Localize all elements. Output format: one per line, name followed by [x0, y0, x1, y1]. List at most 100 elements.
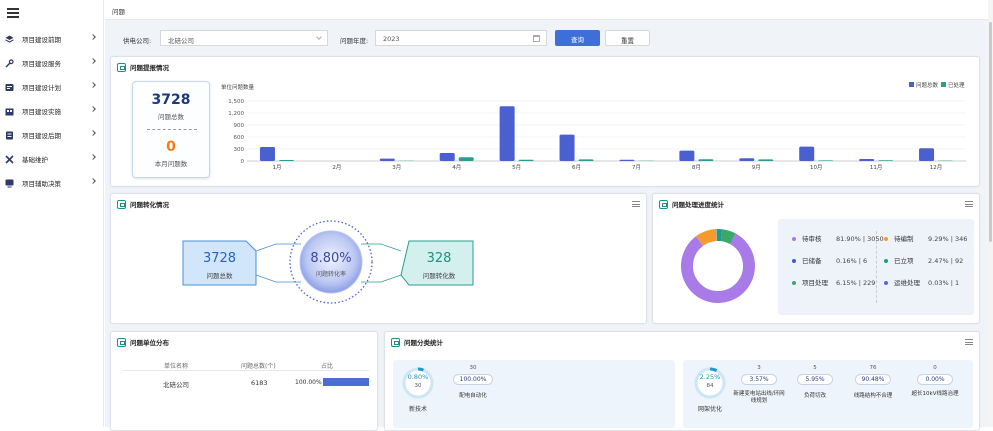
- sidebar-item-decision[interactable]: 项目辅助决策: [0, 171, 104, 195]
- donut-slice[interactable]: [700, 235, 717, 241]
- sub-pct: 90.48%: [855, 376, 891, 383]
- bar-processed[interactable]: [579, 159, 594, 161]
- legend-label[interactable]: 问题总数: [916, 81, 939, 89]
- sidebar-item-label: 项目建设后期: [22, 130, 61, 140]
- scrollbar-thumb[interactable]: [989, 22, 992, 242]
- bar-total[interactable]: [560, 135, 575, 161]
- bar-total[interactable]: [380, 159, 395, 161]
- card-title-icon: [117, 63, 126, 72]
- menu-toggle-icon[interactable]: [7, 8, 19, 18]
- bar-processed[interactable]: [818, 160, 833, 161]
- progress-card-title-text: 问题处理进度统计: [672, 199, 724, 209]
- raise-kpi-box: 3728 问题总数 0 本月问题数: [132, 81, 210, 178]
- bar-total[interactable]: [859, 159, 874, 161]
- conversion-card: 问题转化情况 3728 问题总数 8.80% 问题转化率 328 问题: [110, 193, 647, 324]
- sub-label: 负荷切改: [791, 391, 839, 399]
- legend-item[interactable]: 运维处理0.03% | 1: [884, 277, 959, 287]
- sidebar-item-project-plan[interactable]: 项目建设计划: [0, 75, 104, 99]
- category-group-grid: 2.25% 84 网架优化 3 3.57% 新建变电站出线/环网线规划 5 5.…: [683, 360, 973, 428]
- company-select-value: 北碚公司: [168, 37, 194, 45]
- x-tick-label: 4月: [452, 164, 461, 171]
- year-picker[interactable]: 2023: [375, 30, 547, 46]
- bar-processed[interactable]: [279, 160, 294, 161]
- ring-progress: [710, 369, 717, 371]
- bar-processed[interactable]: [459, 157, 474, 161]
- legend-item[interactable]: 项目处理6.15% | 229: [792, 277, 875, 287]
- raise-card-title: 问题提报情况: [117, 62, 169, 72]
- sidebar-item-project-pre[interactable]: 项目建设前期: [0, 27, 104, 51]
- query-button[interactable]: 查询: [555, 30, 600, 46]
- legend-item-value: 9.29% | 346: [928, 235, 967, 243]
- build-icon: [5, 107, 14, 116]
- sidebar-item-label: 项目建设计划: [22, 82, 61, 92]
- sub-label: 超长10kV线路治理: [911, 391, 959, 398]
- donut-slice[interactable]: [721, 235, 732, 239]
- sidebar-item-label: 项目辅助决策: [22, 178, 61, 188]
- legend-item[interactable]: 已储备0.16% | 6: [792, 255, 867, 265]
- legend-dot: [884, 237, 888, 241]
- archive-icon: [5, 131, 14, 140]
- y-tick-label: 1,200: [228, 111, 244, 117]
- bar-processed[interactable]: [878, 160, 893, 161]
- legend-item-value: 0.03% | 1: [928, 279, 959, 287]
- year-picker-value: 2023: [383, 35, 400, 43]
- list-menu-icon[interactable]: [965, 339, 973, 346]
- raise-card-title-text: 问题提报情况: [130, 62, 169, 72]
- legend-item-label: 待审核: [802, 233, 836, 243]
- chevron-right-icon: [90, 34, 96, 40]
- legend-item[interactable]: 已立项2.47% | 92: [884, 255, 963, 265]
- progress-legend-panel: 待审核81.90% | 3050 已储备0.16% | 6 项目处理6.15% | …: [778, 219, 974, 315]
- page-scrollbar[interactable]: [988, 0, 993, 427]
- legend-swatch: [941, 82, 946, 87]
- bar-total[interactable]: [440, 153, 455, 161]
- unit-ratio-bar: [323, 378, 369, 386]
- sidebar-item-maintenance[interactable]: 基础维护: [0, 147, 104, 171]
- month-count-value: 0: [133, 139, 209, 155]
- chevron-right-icon: [90, 154, 96, 160]
- x-tick-label: 8月: [692, 164, 701, 171]
- x-tick-label: 12月: [930, 164, 943, 171]
- category-group-new-tech: 0.80% 30 新技术 30 100.00% 配电自动化: [393, 360, 675, 428]
- ring-count: 30: [401, 383, 435, 389]
- bar-processed[interactable]: [519, 160, 534, 161]
- bar-total[interactable]: [260, 147, 275, 161]
- donut-slice[interactable]: [687, 239, 749, 297]
- legend-label[interactable]: 已处理: [948, 81, 965, 89]
- legend-item[interactable]: 待编制9.29% | 346: [884, 233, 967, 243]
- tools-icon: [5, 59, 14, 68]
- sidebar-item-project-post[interactable]: 项目建设后期: [0, 123, 104, 147]
- chevron-right-icon: [90, 106, 96, 112]
- sidebar-item-project-service[interactable]: 项目建设服务: [0, 51, 104, 75]
- bar-total[interactable]: [739, 158, 754, 161]
- bar-total[interactable]: [619, 160, 634, 161]
- sub-pct: 5.95%: [797, 376, 833, 383]
- bar-total[interactable]: [799, 147, 814, 161]
- bar-processed[interactable]: [758, 159, 773, 161]
- category-group-name: 新技术: [401, 404, 435, 413]
- sub-count: 30: [448, 365, 498, 371]
- company-select[interactable]: 北碚公司: [160, 30, 328, 46]
- table-row[interactable]: 北碚公司 6183 100.00%: [123, 374, 369, 390]
- sidebar-item-label: 项目建设实施: [22, 106, 61, 116]
- legend-item[interactable]: 待审核81.90% | 3050: [792, 233, 884, 243]
- bar-total[interactable]: [679, 151, 694, 161]
- chevron-right-icon: [90, 130, 96, 136]
- legend-item-value: 81.90% | 3050: [836, 235, 884, 243]
- sub-label: 线路结构不合理: [847, 391, 899, 399]
- sub-pct: 0.00%: [917, 376, 953, 383]
- category-card-title-text: 问题分类统计: [404, 337, 443, 347]
- sub-pct: 3.57%: [741, 376, 777, 383]
- progress-donut-chart: [678, 226, 758, 306]
- legend-item-value: 2.47% | 92: [928, 257, 963, 265]
- y-tick-label: 600: [234, 135, 245, 141]
- sidebar-item-project-impl[interactable]: 项目建设实施: [0, 99, 104, 123]
- bar-total[interactable]: [919, 148, 934, 161]
- y-tick-label: 900: [234, 123, 245, 129]
- calendar-icon: [533, 35, 540, 42]
- legend-dot: [792, 259, 796, 263]
- list-menu-icon[interactable]: [965, 201, 973, 208]
- sub-pct: 100.00%: [453, 376, 493, 383]
- bar-processed[interactable]: [698, 159, 713, 161]
- bar-total[interactable]: [500, 106, 515, 161]
- reset-button[interactable]: 重置: [605, 30, 650, 46]
